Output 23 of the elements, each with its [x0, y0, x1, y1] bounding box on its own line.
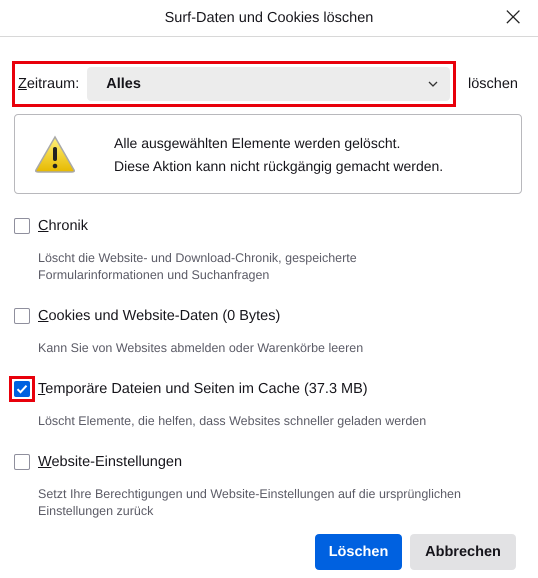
option-description: Kann Sie von Websites abmelden oder Warenkörbe leeren	[38, 340, 364, 357]
warning-text: Diese Aktion kann nicht rückgängig gemacht werden.	[114, 158, 444, 174]
time-range-suffix: löschen	[468, 76, 518, 92]
chevron-down-icon	[428, 81, 438, 87]
checkbox-label[interactable]: Website-Einstellungen	[38, 454, 182, 470]
checkbox[interactable]	[14, 218, 30, 234]
checkbox[interactable]	[14, 454, 30, 470]
window-title: Surf-Daten und Cookies löschen	[164, 10, 374, 26]
option-description: Setzt Ihre Berechtigungen und Website-Einstellungen auf die ursprünglichen Einstellungen zurück	[38, 486, 462, 520]
option-description: Löscht die Website- und Download-Chronik, gespeicherte Formularinformationen und Suchanfragen	[38, 250, 358, 284]
cancel-button[interactable]: Abbrechen	[410, 534, 516, 570]
checkbox-label[interactable]: Temporäre Dateien und Seiten im Cache (37.3 MB)	[38, 381, 368, 397]
confirm-button[interactable]: Löschen	[315, 534, 402, 570]
time-range-dropdown[interactable]: Alles	[87, 67, 450, 101]
checkbox[interactable]	[14, 308, 30, 324]
warning-icon	[34, 135, 76, 173]
checkbox-label[interactable]: Cookies und Website-Daten (0 Bytes)	[38, 308, 280, 324]
close-button[interactable]: ×	[498, 5, 528, 29]
option-description: Löscht Elemente, die helfen, dass Websites schneller geladen werden	[38, 413, 428, 430]
time-range-label: Zeitraum:	[18, 76, 80, 92]
checkbox-label[interactable]: Chronik	[38, 218, 88, 234]
checkbox[interactable]	[14, 381, 30, 397]
warning-text: Alle ausgewählten Elemente werden gelöscht.	[114, 134, 402, 150]
